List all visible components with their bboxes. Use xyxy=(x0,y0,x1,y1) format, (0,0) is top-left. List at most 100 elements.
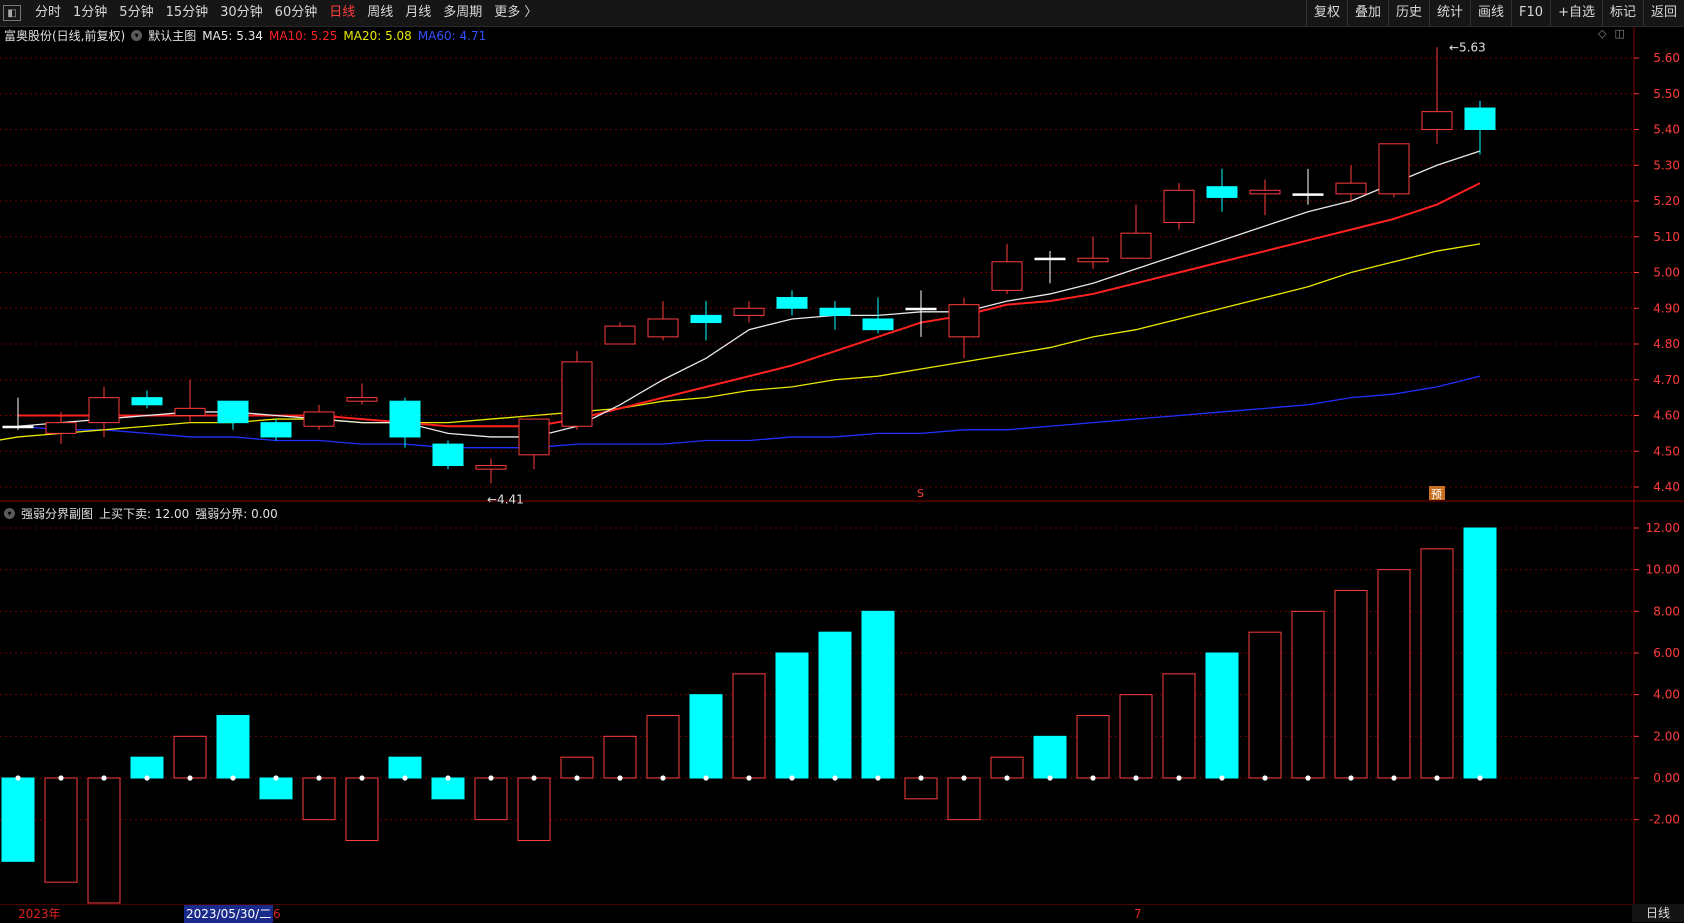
indicator-bar xyxy=(1162,673,1196,779)
indicator-tick-label: 6.00 xyxy=(1653,646,1680,660)
boundary-dot xyxy=(1176,775,1182,781)
candle-body xyxy=(518,418,550,456)
candle-body xyxy=(776,297,808,309)
date-axis: 2023年 2023/05/30/二 6 7 xyxy=(0,904,1684,923)
indicator-bar xyxy=(1076,715,1110,779)
indicator-bar xyxy=(388,756,422,779)
indicator-bar xyxy=(560,756,594,779)
indicator-bar xyxy=(732,673,766,779)
indicator-bar xyxy=(1291,610,1325,779)
candle-body xyxy=(1077,257,1109,263)
indicator-bar xyxy=(474,777,508,821)
indicator-bar xyxy=(775,652,809,779)
forecast-marker: 预 xyxy=(1431,488,1442,501)
candle-body xyxy=(862,318,894,331)
price-tick-label: 4.60 xyxy=(1653,409,1680,423)
price-tick-label: 4.70 xyxy=(1653,373,1680,387)
price-tick-label: 5.10 xyxy=(1653,230,1680,244)
indicator-tick-label: 4.00 xyxy=(1653,688,1680,702)
candle-body xyxy=(131,397,163,406)
candle-body xyxy=(1378,143,1410,195)
high-price-label: ←5.63 xyxy=(1449,40,1486,54)
indicator-bar xyxy=(1248,631,1282,779)
indicator-tick-label: 12.00 xyxy=(1646,521,1680,535)
indicator-bar xyxy=(904,777,938,800)
boundary-dot xyxy=(58,775,64,781)
candle-body xyxy=(260,422,292,438)
boundary-dot xyxy=(746,775,752,781)
candle-body xyxy=(948,304,980,338)
indicator-bar xyxy=(259,777,293,800)
low-price-label: ←4.41 xyxy=(487,492,524,506)
period-indicator[interactable]: 日线 xyxy=(1632,904,1684,922)
indicator-bar xyxy=(1205,652,1239,779)
candle-body xyxy=(1163,189,1195,223)
price-tick-label: 5.40 xyxy=(1653,123,1680,137)
indicator-bar xyxy=(1420,548,1454,779)
candle-body xyxy=(2,425,34,429)
boundary-dot xyxy=(187,775,193,781)
candle-body xyxy=(303,411,335,427)
indicator-tick-label: 8.00 xyxy=(1653,604,1680,618)
boundary-dot xyxy=(445,775,451,781)
indicator-bar xyxy=(1119,694,1153,779)
indicator-bar xyxy=(1463,527,1497,779)
boundary-dot xyxy=(488,775,494,781)
candle-body xyxy=(1292,193,1324,196)
boundary-dot xyxy=(1004,775,1010,781)
price-tick-label: 4.40 xyxy=(1653,480,1680,494)
indicator-tick-label: 10.00 xyxy=(1646,563,1680,577)
boundary-dot xyxy=(15,775,21,781)
candle-body xyxy=(1249,189,1281,195)
boundary-dot xyxy=(1262,775,1268,781)
candle-body xyxy=(604,325,636,345)
candle-body xyxy=(346,397,378,402)
boundary-dot xyxy=(1090,775,1096,781)
indicator-bar xyxy=(990,756,1024,779)
candle-body xyxy=(1464,107,1496,131)
candle-body xyxy=(389,400,421,438)
boundary-dot xyxy=(359,775,365,781)
indicator-bar xyxy=(87,777,121,904)
month-label: 6 xyxy=(273,907,281,921)
price-tick-label: 5.60 xyxy=(1653,51,1680,65)
boundary-dot xyxy=(1219,775,1225,781)
cursor-date-label: 2023/05/30/二 xyxy=(184,905,274,923)
signal-s-marker: S xyxy=(917,487,924,500)
indicator-tick-label: -2.00 xyxy=(1649,813,1680,827)
indicator-bar xyxy=(818,631,852,779)
indicator-bar xyxy=(603,735,637,779)
candle-body xyxy=(1335,182,1367,195)
indicator-bar xyxy=(1377,569,1411,779)
candle-body xyxy=(561,361,593,427)
boundary-dot xyxy=(1305,775,1311,781)
candle-body xyxy=(174,407,206,417)
boundary-dot xyxy=(574,775,580,781)
candle-body xyxy=(690,314,722,324)
year-label: 2023年 xyxy=(18,907,61,921)
chart-canvas[interactable]: 5.60 5.50 5.40 5.30 5.20 5.10 5.00 4.90 4.80 4.70… xyxy=(0,0,1684,922)
boundary-dot xyxy=(1047,775,1053,781)
indicator-bar xyxy=(1334,590,1368,779)
indicator-bar xyxy=(431,777,465,800)
boundary-dot xyxy=(703,775,709,781)
indicator-bar xyxy=(1033,735,1067,779)
price-tick-label: 5.30 xyxy=(1653,158,1680,172)
price-tick-label: 5.50 xyxy=(1653,87,1680,101)
candle-body xyxy=(1206,186,1238,198)
boundary-dot xyxy=(402,775,408,781)
indicator-bar xyxy=(1,777,35,862)
boundary-dot xyxy=(918,775,924,781)
candle-body xyxy=(475,465,507,470)
indicator-bar xyxy=(302,777,336,821)
boundary-dot xyxy=(531,775,537,781)
boundary-dot xyxy=(617,775,623,781)
candle-body xyxy=(905,307,937,311)
indicator-bar xyxy=(646,715,680,779)
boundary-dot xyxy=(101,775,107,781)
boundary-dot xyxy=(1391,775,1397,781)
boundary-dot xyxy=(1434,775,1440,781)
boundary-dot xyxy=(144,775,150,781)
boundary-dot xyxy=(273,775,279,781)
price-tick-label: 5.00 xyxy=(1653,266,1680,280)
